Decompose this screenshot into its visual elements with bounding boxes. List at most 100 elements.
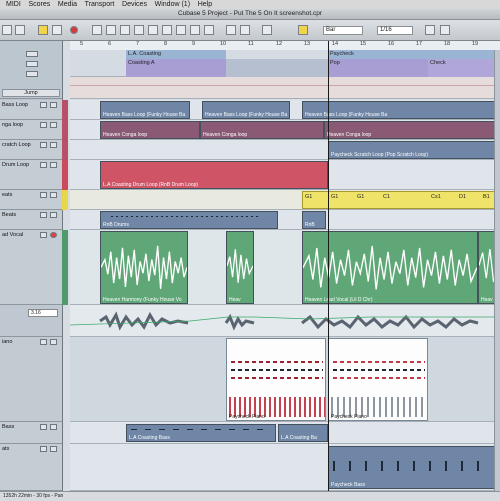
menu-scores[interactable]: Scores [28, 0, 50, 9]
quantize-select[interactable]: 1/16 [377, 26, 413, 35]
audio-event[interactable]: Paycheck Scratch Loop (Pop Scratch Loop) [328, 141, 500, 159]
mute-tool-icon[interactable] [176, 25, 186, 35]
erase-tool-icon[interactable] [148, 25, 158, 35]
stop-button[interactable] [2, 25, 12, 35]
vertical-scrollbar[interactable] [494, 50, 500, 491]
mute-button[interactable] [40, 162, 47, 168]
audio-event[interactable]: Heaven Bass Loop (Funky House Ba [302, 101, 500, 119]
nudge-left-icon[interactable] [226, 25, 236, 35]
marker-button[interactable] [26, 51, 38, 57]
menu-devices[interactable]: Devices [122, 0, 147, 9]
track-automation[interactable]: 3.16 [0, 305, 62, 337]
solo-button[interactable] [50, 162, 57, 168]
marker-button[interactable] [26, 61, 38, 67]
mute-button[interactable] [40, 142, 47, 148]
glue-tool-icon[interactable] [134, 25, 144, 35]
arrow-tool-icon[interactable] [92, 25, 102, 35]
solo-button[interactable] [50, 102, 57, 108]
menu-window[interactable]: Window (1) [155, 0, 190, 9]
midi-part[interactable]: L.A Coasting Bass [126, 424, 276, 442]
marker-la-coasting[interactable]: L.A. Coasting [126, 50, 226, 59]
record-enable-button[interactable] [50, 232, 57, 238]
record-button[interactable] [70, 26, 78, 34]
color-tool-icon[interactable] [262, 25, 272, 35]
solo-button[interactable] [50, 142, 57, 148]
snap-toggle-button[interactable] [298, 25, 308, 35]
playhead-cursor[interactable] [328, 41, 329, 500]
marker-paycheck[interactable]: Paycheck [328, 50, 500, 59]
midi-part[interactable]: Paycheck Piano [328, 338, 428, 421]
chord-track-event[interactable]: G1 G1 G1 C1 Cs1 D1 B1 [302, 191, 500, 209]
audio-event[interactable]: Heaven Harmony (Funky House Vo [100, 231, 188, 304]
audio-event[interactable]: Heaven Conga loop [200, 121, 324, 139]
solo-button[interactable] [50, 122, 57, 128]
track-beats[interactable]: eats [0, 190, 62, 210]
lane-chords: G1 G1 G1 C1 Cs1 D1 B1 [70, 190, 500, 210]
menu-transport[interactable]: Transport [85, 0, 115, 9]
track-name: Drum Loop [2, 162, 30, 168]
marker-coasting-a[interactable]: Coasting A [126, 59, 226, 77]
chord-label: Cs1 [431, 194, 441, 200]
track-drum-loop[interactable]: Drum Loop [0, 160, 62, 190]
solo-button[interactable] [50, 192, 57, 198]
mute-button[interactable] [40, 212, 47, 218]
mute-button[interactable] [40, 424, 47, 430]
track-lead-vocal[interactable]: ad Vocal [0, 230, 62, 305]
solo-button[interactable] [50, 446, 57, 452]
chord-label: G1 [331, 194, 339, 200]
nudge-right-icon[interactable] [240, 25, 250, 35]
color-palette-icon[interactable] [440, 25, 450, 35]
solo-button[interactable] [50, 424, 57, 430]
cycle-button[interactable] [38, 25, 48, 35]
automation-value[interactable]: 3.16 [28, 309, 58, 317]
event-label: L.A Coasting Drum Loop (RnB Drum Loop) [103, 182, 199, 188]
marker-pop[interactable]: Pop [328, 59, 428, 77]
track-bass-loop[interactable]: Bass Loop [0, 100, 62, 120]
mute-button[interactable] [40, 102, 47, 108]
jump-button[interactable]: Jump [2, 89, 60, 97]
midi-part[interactable]: L.A Coasting Ba [278, 424, 328, 442]
mute-button[interactable] [40, 192, 47, 198]
track-conga-loop[interactable]: nga loop [0, 120, 62, 140]
marker-button[interactable] [26, 71, 38, 77]
play-button[interactable] [52, 25, 62, 35]
chord-label: D1 [459, 194, 467, 200]
midi-part[interactable]: Paycheck Bass [328, 446, 500, 489]
mute-button[interactable] [40, 232, 47, 238]
menu-help[interactable]: Help [198, 0, 212, 9]
draw-tool-icon[interactable] [190, 25, 200, 35]
split-tool-icon[interactable] [120, 25, 130, 35]
event-label: RnB [305, 222, 315, 228]
range-tool-icon[interactable] [106, 25, 116, 35]
audio-event[interactable]: Heaven Conga loop [324, 121, 500, 139]
ruler-tick: 9 [192, 41, 196, 47]
speaker-tool-icon[interactable] [204, 25, 214, 35]
color-strip [62, 160, 68, 190]
start-button[interactable] [15, 25, 25, 35]
mute-button[interactable] [40, 339, 47, 345]
lane-lead-vocal: Heaven Harmony (Funky House Vo Heav Heav… [70, 230, 500, 305]
midi-part[interactable]: RnB Drums [100, 211, 278, 229]
zoom-tool-icon[interactable] [162, 25, 172, 35]
audio-event[interactable]: L.A Coasting Drum Loop (RnB Drum Loop) [100, 161, 328, 189]
menu-midi[interactable]: MIDI [6, 0, 21, 9]
track-bass[interactable]: Bass [0, 422, 62, 444]
track-rnb-beats[interactable]: Beats [0, 210, 62, 230]
track-beats-2[interactable]: ats [0, 444, 62, 491]
midi-part[interactable]: Paycheck Piano [226, 338, 326, 421]
grid-type-select[interactable]: Bar [323, 26, 363, 35]
track-scratch-loop[interactable]: cratch Loop [0, 140, 62, 160]
snap-zero-icon[interactable] [425, 25, 435, 35]
mute-button[interactable] [40, 446, 47, 452]
track-piano[interactable]: iano [0, 337, 62, 422]
audio-event[interactable]: Heaven Conga loop [100, 121, 200, 139]
mute-button[interactable] [40, 122, 47, 128]
midi-part[interactable]: RnB [302, 211, 326, 229]
solo-button[interactable] [50, 339, 57, 345]
audio-event[interactable]: Heaven Bass Loop (Funky House Ba [202, 101, 290, 119]
menu-media[interactable]: Media [58, 0, 77, 9]
marker-check[interactable]: Check [428, 59, 500, 77]
audio-event[interactable]: Heaven Bass Loop (Funky House Ba [100, 101, 190, 119]
audio-event[interactable]: Heav [226, 231, 254, 304]
solo-button[interactable] [50, 212, 57, 218]
